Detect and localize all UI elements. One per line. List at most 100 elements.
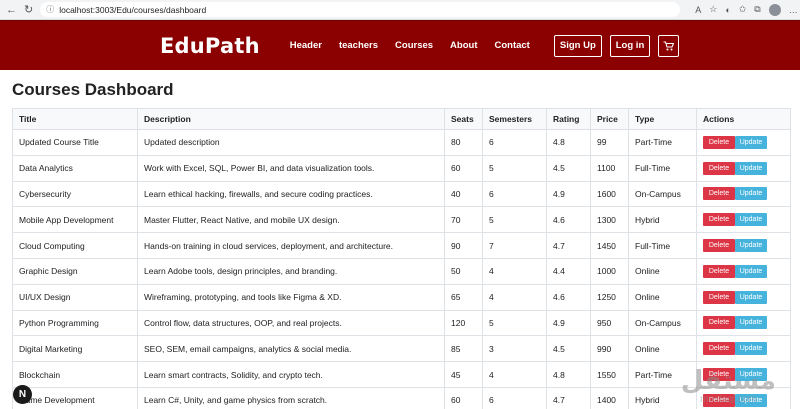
cell-semesters: 6	[482, 386, 547, 409]
cell-price: 1600	[590, 180, 629, 208]
more-icon[interactable]: …	[789, 5, 798, 15]
update-button[interactable]: Update	[735, 316, 767, 330]
cell-actions: Delete Update	[696, 206, 791, 234]
update-button[interactable]: Update	[735, 187, 767, 201]
extension-icon[interactable]: ◐	[725, 5, 730, 15]
cell-description: Updated description	[137, 129, 445, 156]
cell-price: 99	[590, 129, 629, 156]
cell-description: Master Flutter, React Native, and mobile…	[137, 206, 445, 234]
cell-description: Work with Excel, SQL, Power BI, and data…	[137, 154, 445, 182]
delete-button[interactable]: Delete	[703, 290, 735, 304]
signup-button[interactable]: Sign Up	[553, 34, 602, 57]
cell-price: 1300	[590, 206, 629, 234]
table-body: Updated Course Title Updated description 8…	[12, 129, 791, 409]
cell-semesters: 5	[482, 154, 547, 182]
table-row: Updated Course Title Updated description 8…	[12, 129, 791, 156]
cell-actions: Delete Update	[696, 129, 791, 156]
delete-button[interactable]: Delete	[703, 264, 735, 278]
cell-seats: 50	[444, 257, 483, 285]
cell-rating: 4.5	[546, 335, 591, 363]
reload-icon[interactable]: ↻	[24, 3, 33, 17]
cart-button[interactable]	[658, 34, 680, 57]
table-row: Digital Marketing SEO, SEM, email campaig…	[12, 335, 791, 363]
brand-logo[interactable]: EduPath	[160, 34, 260, 58]
back-icon[interactable]: ←	[6, 3, 17, 17]
nav-about[interactable]: About	[450, 40, 477, 51]
cell-actions: Delete Update	[696, 232, 791, 259]
watermark-logo: مستقل	[680, 366, 776, 396]
cell-seats: 80	[444, 129, 483, 156]
table-header-row: Title Description Seats Semesters Rating…	[12, 108, 791, 130]
update-button[interactable]: Update	[735, 239, 767, 253]
cell-semesters: 4	[482, 257, 547, 285]
app-header: EduPath Header teachers Courses About Co…	[0, 20, 800, 70]
table-row: Game Development Learn C#, Unity, and gam…	[12, 386, 791, 409]
cell-price: 990	[590, 335, 629, 363]
cell-semesters: 4	[482, 361, 547, 388]
main-nav: Header teachers Courses About Contact	[290, 40, 530, 51]
cell-price: 1000	[590, 257, 629, 285]
update-button[interactable]: Update	[735, 213, 767, 227]
cell-title: UI/UX Design	[12, 283, 138, 311]
cell-title: Digital Marketing	[12, 335, 138, 363]
cell-description: Control flow, data structures, OOP, and …	[137, 309, 445, 337]
cell-title: Data Analytics	[12, 154, 138, 182]
cell-title: Python Programming	[12, 309, 138, 337]
nav-header[interactable]: Header	[290, 40, 322, 51]
cell-type: On-Campus	[628, 309, 697, 337]
delete-button[interactable]: Delete	[703, 135, 735, 149]
favorite-icon[interactable]: ☆	[709, 4, 717, 15]
delete-button[interactable]: Delete	[703, 161, 735, 175]
cell-title: Cloud Computing	[12, 232, 138, 259]
cell-seats: 85	[444, 335, 483, 363]
cell-actions: Delete Update	[696, 154, 791, 182]
address-bar[interactable]: ⓘ localhost:3003/Edu/courses/dashboard	[40, 2, 681, 17]
cell-actions: Delete Update	[696, 283, 791, 311]
page-title: Courses Dashboard	[12, 80, 174, 99]
nav-teachers[interactable]: teachers	[339, 40, 378, 51]
cell-title: Blockchain	[12, 361, 138, 388]
cell-seats: 90	[444, 232, 483, 259]
collections-icon[interactable]: ⧉	[754, 4, 760, 15]
delete-button[interactable]: Delete	[703, 213, 735, 227]
table-row: Cloud Computing Hands-on training in clou…	[12, 232, 791, 259]
cell-seats: 120	[444, 309, 483, 337]
dev-tools-button[interactable]: N	[13, 385, 32, 404]
cell-seats: 60	[444, 154, 483, 182]
update-button[interactable]: Update	[735, 342, 767, 356]
watermark: مستقل mostaql.com	[681, 368, 776, 405]
delete-button[interactable]: Delete	[703, 342, 735, 356]
cell-seats: 60	[444, 386, 483, 409]
table-row: Cybersecurity Learn ethical hacking, fire…	[12, 180, 791, 208]
cell-type: Online	[628, 257, 697, 285]
read-aloud-icon[interactable]: A	[695, 5, 701, 15]
cell-seats: 65	[444, 283, 483, 311]
cart-icon	[663, 40, 675, 50]
cell-rating: 4.8	[546, 361, 591, 388]
nav-courses[interactable]: Courses	[395, 40, 433, 51]
nav-contact[interactable]: Contact	[494, 40, 529, 51]
cell-title: Mobile App Development	[12, 206, 138, 234]
update-button[interactable]: Update	[735, 264, 767, 278]
profile-avatar[interactable]	[768, 3, 781, 16]
courses-table: Title Description Seats Semesters Rating…	[12, 108, 791, 409]
update-button[interactable]: Update	[735, 290, 767, 304]
cell-semesters: 5	[482, 206, 547, 234]
cell-description: Learn Adobe tools, design principles, an…	[137, 257, 445, 285]
site-info-icon[interactable]: ⓘ	[46, 4, 54, 15]
cell-semesters: 7	[482, 232, 547, 259]
column-header: Semesters	[482, 108, 547, 130]
update-button[interactable]: Update	[735, 161, 767, 175]
cell-rating: 4.4	[546, 257, 591, 285]
cell-rating: 4.6	[546, 283, 591, 311]
column-header: Description	[137, 108, 445, 130]
update-button[interactable]: Update	[735, 135, 767, 149]
cell-description: Wireframing, prototyping, and tools like…	[137, 283, 445, 311]
cell-price: 950	[590, 309, 629, 337]
login-button[interactable]: Log in	[609, 34, 651, 57]
favorites-bar-icon[interactable]: ✩	[739, 4, 747, 15]
delete-button[interactable]: Delete	[703, 187, 735, 201]
delete-button[interactable]: Delete	[703, 239, 735, 253]
delete-button[interactable]: Delete	[703, 316, 735, 330]
table-row: Python Programming Control flow, data str…	[12, 309, 791, 337]
